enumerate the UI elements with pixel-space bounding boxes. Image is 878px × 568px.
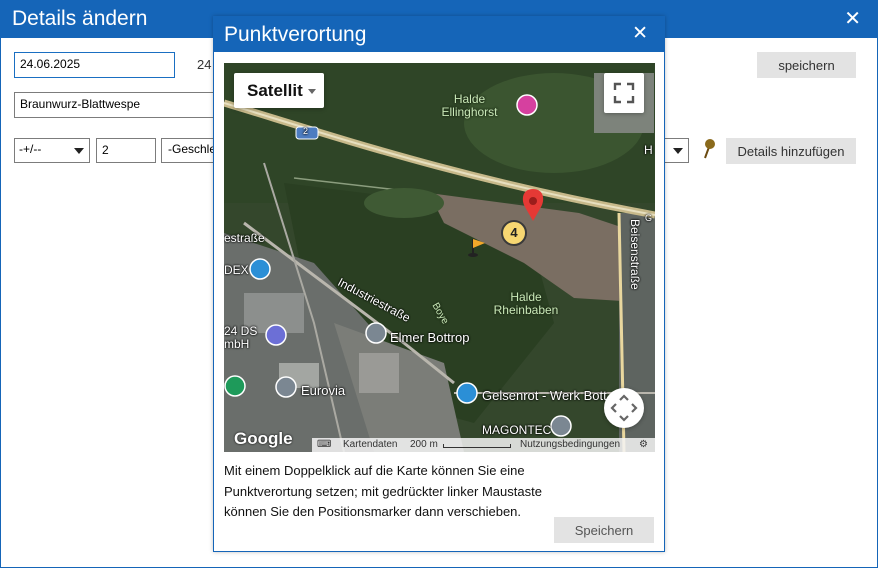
gender-select[interactable]: -Geschlecht- [161, 138, 221, 163]
chevron-down-icon [74, 148, 84, 154]
map-label-g: G [645, 213, 653, 223]
dialog-title: Details ändern [12, 7, 148, 30]
quantity-input[interactable]: 2 [96, 138, 156, 163]
map-label-dex: DEX [224, 263, 249, 277]
map-data-link[interactable]: Kartendaten [343, 439, 398, 450]
chevron-down-icon [308, 89, 316, 94]
map-type-label: Satellit [247, 81, 303, 100]
species-input[interactable]: Braunwurz-Blattwespe [14, 92, 219, 118]
help-text: Mit einem Doppelklick auf die Karte könn… [224, 463, 542, 519]
close-icon[interactable]: ✕ [844, 6, 861, 31]
fullscreen-icon [613, 82, 635, 104]
sign-select-value: -+/-- [19, 142, 42, 156]
map-label-street: estraße [224, 231, 265, 245]
map-pin-icon[interactable] [701, 138, 715, 160]
sign-select[interactable]: -+/-- [14, 138, 90, 163]
google-logo: Google [234, 429, 293, 448]
map-label-elmer-bottrop: Elmer Bottrop [390, 330, 470, 345]
save-button[interactable]: speichern [757, 52, 856, 78]
date-input[interactable]: 24.06.2025 [14, 52, 175, 78]
fullscreen-button[interactable] [604, 73, 644, 113]
terms-link[interactable]: Nutzungsbedingungen [520, 439, 620, 450]
road-shield-label: 2 [303, 126, 309, 136]
date-side-text: 24 [197, 57, 212, 72]
map-label-eurovia: Eurovia [301, 383, 346, 398]
map-label-magontec: MAGONTEC [482, 423, 552, 437]
map-type-button[interactable]: Satellit [234, 73, 324, 108]
pan-control-button[interactable] [604, 388, 644, 428]
modal-save-button[interactable]: Speichern [554, 517, 654, 543]
chevron-down-icon [673, 148, 683, 154]
point-location-modal: Punktverortung ✕ 2 Halde Ellinghorst est… [213, 16, 665, 552]
modal-header: Punktverortung ✕ [214, 17, 664, 52]
satellite-map[interactable]: 2 Halde Ellinghorst estraße DEX Industri… [224, 63, 655, 452]
map-attribution-bar: ⌨ Kartendaten 200 m Nutzungsbedingungen … [312, 438, 655, 452]
map-label-halde-ellinghorst: Halde Ellinghorst [441, 92, 498, 119]
scale-label: 200 m [410, 439, 438, 450]
settings-gear-icon[interactable]: ⚙ [639, 439, 648, 450]
map-label-beisenstrasse: Beisenstraße [628, 219, 642, 290]
map-label-halde-rheinbaben: Halde Rheinbaben [493, 290, 559, 317]
map-label-h: H [644, 143, 653, 157]
map-label-gelsenrot: Gelsenrot - Werk Bott [482, 388, 607, 403]
add-details-button[interactable]: Details hinzufügen [726, 138, 856, 164]
close-icon[interactable]: ✕ [632, 22, 648, 45]
modal-title: Punktverortung [224, 23, 367, 46]
keyboard-icon[interactable]: ⌨ [317, 439, 331, 450]
pan-arrows-icon [610, 394, 638, 422]
cluster-count-badge[interactable]: 4 [501, 220, 527, 246]
scale-bar [443, 444, 511, 448]
map-label-ds-gmbh: 24 DS mbH [224, 324, 258, 351]
